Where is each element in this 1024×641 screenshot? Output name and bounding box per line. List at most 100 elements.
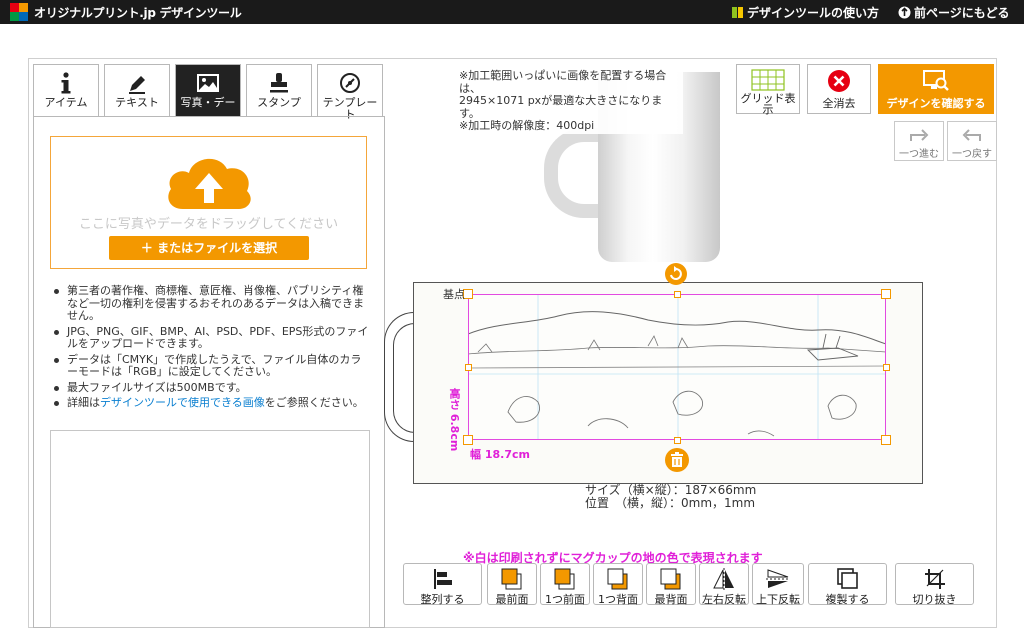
confirm-design-label: デザインを確認する	[886, 97, 986, 110]
usable-images-link[interactable]: デザインツールで使用できる画像	[100, 396, 265, 409]
send-backward-icon	[607, 568, 628, 590]
resize-handle-left[interactable]	[465, 364, 472, 371]
flip-vertical-label: 上下反転	[756, 593, 800, 606]
uploaded-files-list[interactable]	[50, 430, 370, 628]
grid-toggle-label: グリッド表示	[740, 92, 796, 116]
brand-title: オリジナルプリント.jp デザインツール	[34, 6, 242, 20]
rotate-button[interactable]	[665, 263, 687, 285]
send-backward-button[interactable]: 1つ背面	[593, 563, 643, 606]
position-readout: 位置 （横，縦）：0mm，1mm	[585, 496, 756, 510]
note-max-size: 最大ファイルサイズは500MBです。	[50, 381, 370, 395]
grid-icon	[751, 69, 785, 91]
crop-label: 切り抜き	[912, 593, 957, 606]
send-to-back-button[interactable]: 最背面	[646, 563, 696, 606]
drop-instruction: ここに写真やデータをドラッグしてください	[78, 217, 339, 232]
stamp-icon	[270, 73, 288, 93]
resize-handle-bottom[interactable]	[674, 437, 681, 444]
crop-icon	[924, 569, 945, 589]
info-icon	[61, 72, 71, 94]
close-circle-icon	[828, 70, 850, 92]
bring-to-front-label: 最前面	[495, 593, 529, 606]
tab-photo-data[interactable]: 写真・デー	[175, 64, 241, 116]
print-notice-line3: ※加工時の解像度：400dpi	[459, 119, 595, 132]
height-label: 高さ 6.8cm	[448, 388, 461, 452]
tab-stamp-label: スタンプ	[257, 96, 301, 109]
delete-button[interactable]	[665, 448, 689, 472]
top-bar: オリジナルプリント.jp デザインツール デザインツールの使い方 前ページにもど…	[0, 0, 1024, 24]
resize-handle-bottom-left[interactable]	[463, 435, 473, 445]
monitor-search-icon	[923, 70, 949, 91]
flip-horizontal-icon	[713, 568, 734, 590]
note-details-prefix: 詳細は	[67, 396, 100, 409]
flip-horizontal-button[interactable]: 左右反転	[699, 563, 749, 606]
select-file-button[interactable]: ＋ またはファイルを選択	[109, 236, 309, 260]
crop-button[interactable]: 切り抜き	[895, 563, 974, 606]
back-link[interactable]: 前ページにもどる	[898, 4, 1010, 21]
tab-text-label: テキスト	[115, 96, 159, 109]
brand-logo-icon	[10, 3, 28, 21]
resize-handle-top-right[interactable]	[881, 289, 891, 299]
send-to-back-icon	[660, 568, 681, 590]
grid-toggle-button[interactable]: グリッド表示	[736, 64, 800, 116]
print-notice-line2: 2945×1071 pxが最適な大きさになります。	[459, 94, 663, 120]
undo-icon	[962, 129, 981, 141]
note-formats: JPG、PNG、GIF、BMP、AI、PSD、PDF、EPS形式のファイルをアッ…	[50, 325, 370, 351]
send-backward-label: 1つ背面	[598, 593, 638, 606]
base-point-label: 基点	[443, 288, 465, 301]
note-details: 詳細はデザインツールで使用できる画像をご参照ください。	[50, 396, 370, 410]
undo-label: 一つ戻す	[952, 149, 992, 160]
template-icon	[340, 73, 360, 93]
align-button[interactable]: 整列する	[403, 563, 482, 606]
pen-icon	[129, 76, 145, 94]
align-icon	[433, 569, 452, 589]
duplicate-icon	[836, 568, 858, 589]
tab-item-label: アイテム	[44, 96, 88, 109]
resize-handle-right[interactable]	[883, 364, 890, 371]
confirm-design-button[interactable]: デザインを確認する	[878, 64, 994, 114]
flip-vertical-icon	[766, 569, 790, 588]
flip-horizontal-label: 左右反転	[702, 593, 746, 606]
note-copyright: 第三者の著作権、商標権、意匠権、肖像権、パブリシティ権など一切の権利を侵害するお…	[50, 284, 370, 323]
send-to-back-label: 最背面	[654, 593, 688, 606]
image-icon	[197, 74, 219, 92]
trash-icon	[671, 452, 683, 467]
print-notice-line1: ※加工範囲いっぱいに画像を配置する場合は、	[459, 69, 667, 95]
resize-handle-bottom-right[interactable]	[881, 435, 891, 445]
back-link-label: 前ページにもどる	[914, 6, 1010, 20]
rotate-icon	[670, 266, 682, 280]
clear-all-button[interactable]: 全消去	[807, 64, 871, 114]
tab-item[interactable]: アイテム	[33, 64, 99, 116]
redo-button[interactable]: 一つ進む	[894, 121, 944, 161]
undo-button[interactable]: 一つ戻す	[947, 121, 997, 161]
tab-text[interactable]: テキスト	[104, 64, 170, 116]
tab-template[interactable]: テンプレー ト	[317, 64, 383, 121]
circle-arrow-icon	[898, 6, 911, 19]
resize-handle-top[interactable]	[674, 291, 681, 298]
redo-icon	[910, 129, 929, 141]
bring-forward-icon	[554, 568, 575, 590]
duplicate-button[interactable]: 複製する	[808, 563, 887, 606]
book-icon	[732, 7, 743, 18]
help-link-label: デザインツールの使い方	[747, 6, 880, 20]
note-color-mode: データは「CMYK」で作成したうえで、ファイル自体のカラーモードは「RGB」に設…	[50, 353, 370, 379]
tab-photo-data-label: 写真・デー	[180, 96, 236, 109]
duplicate-label: 複製する	[825, 593, 870, 606]
upload-notes: 第三者の著作権、商標権、意匠権、肖像権、パブリシティ権など一切の権利を侵害するお…	[50, 284, 370, 413]
bring-to-front-button[interactable]: 最前面	[487, 563, 537, 606]
upload-dropzone[interactable]: ここに写真やデータをドラッグしてください ＋ またはファイルを選択	[50, 136, 367, 269]
bring-forward-label: 1つ前面	[545, 593, 585, 606]
print-notice: ※加工範囲いっぱいに画像を配置する場合は、 2945×1071 pxが最適な大き…	[455, 68, 683, 134]
clear-all-label: 全消去	[822, 97, 856, 110]
flip-vertical-button[interactable]: 上下反転	[752, 563, 804, 606]
redo-label: 一つ進む	[899, 149, 939, 160]
size-position-info: サイズ（横×縦）：187×66mm 位置 （横，縦）：0mm，1mm	[585, 484, 756, 510]
width-label: 幅 18.7cm	[470, 448, 530, 461]
selection-box[interactable]	[468, 294, 886, 440]
bring-to-front-icon	[501, 568, 522, 590]
bring-forward-button[interactable]: 1つ前面	[540, 563, 590, 606]
tab-stamp[interactable]: スタンプ	[246, 64, 312, 116]
cloud-upload-icon	[168, 158, 251, 209]
align-label: 整列する	[420, 593, 465, 606]
help-link[interactable]: デザインツールの使い方	[731, 4, 879, 21]
note-details-suffix: をご参照ください。	[264, 396, 364, 409]
